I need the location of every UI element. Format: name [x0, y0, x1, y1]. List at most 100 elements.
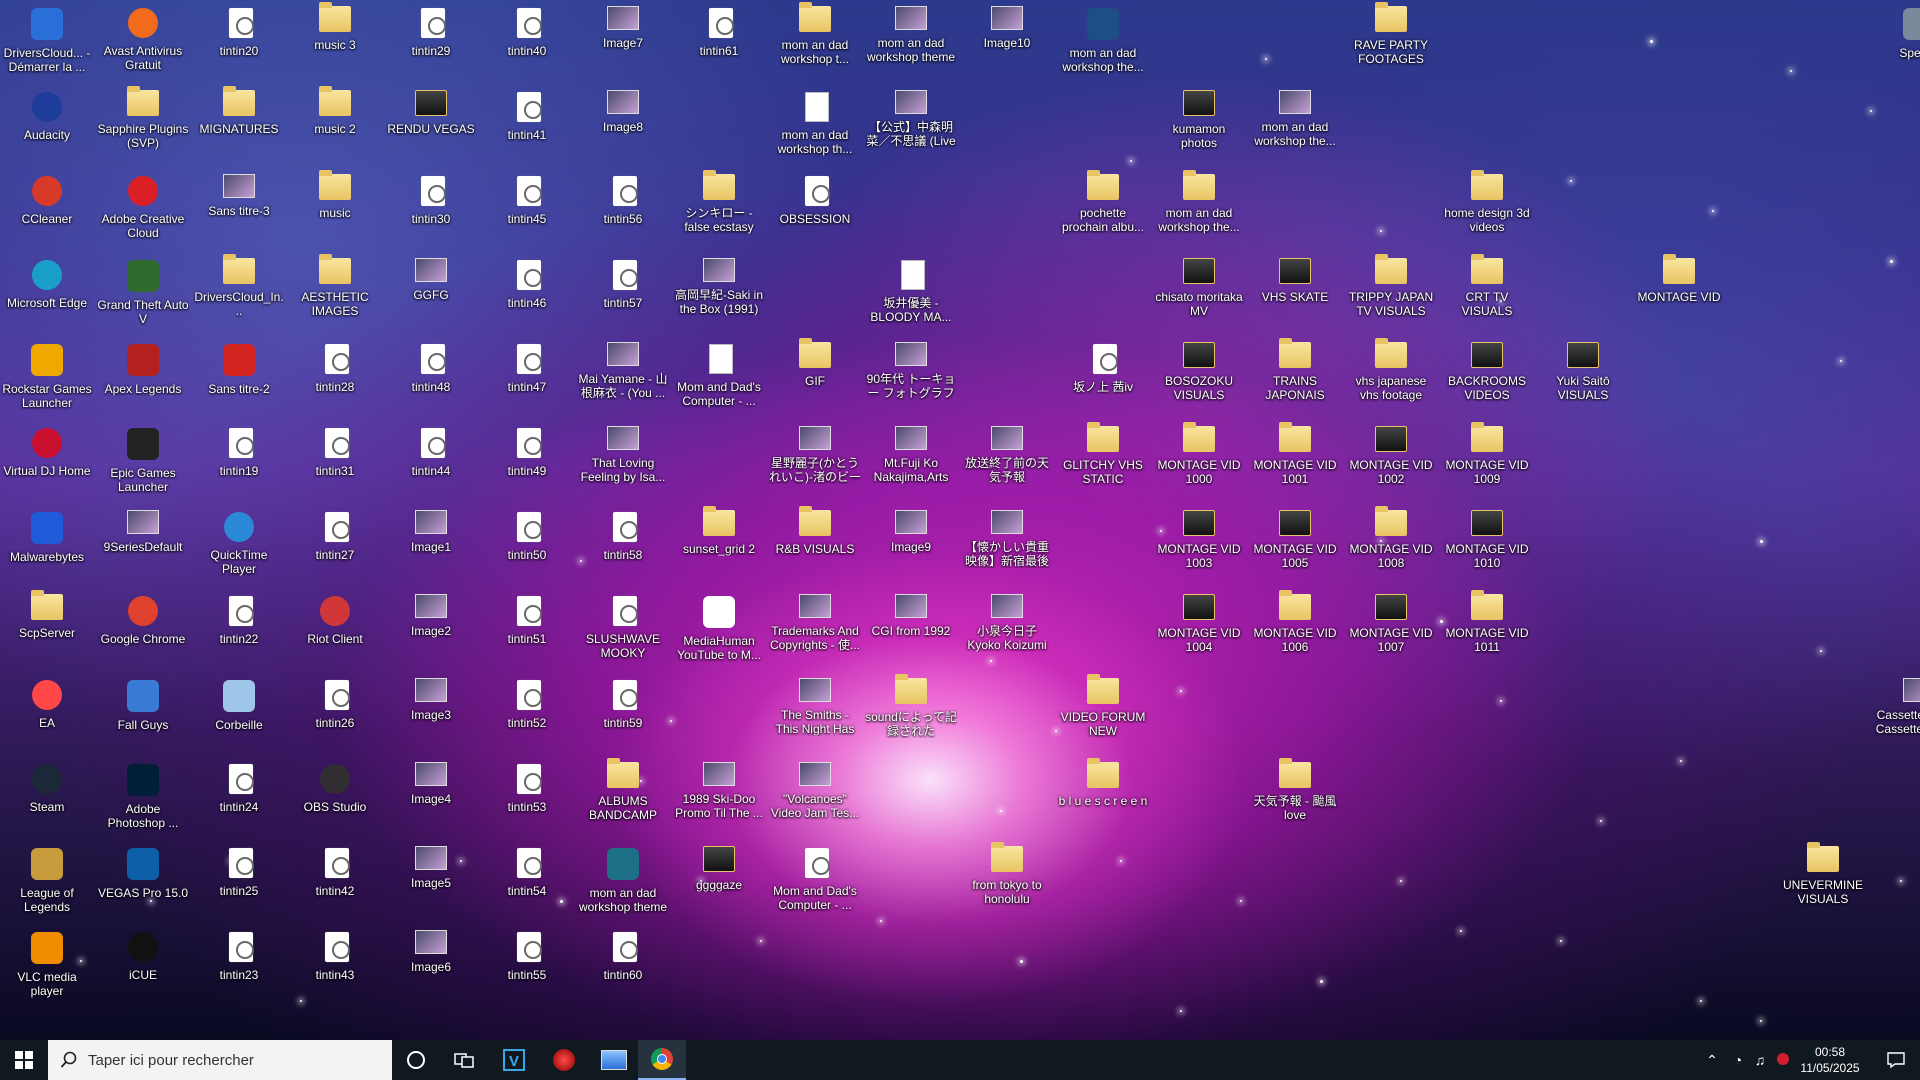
desktop-icon[interactable]: Yuki Saitō VISUALS [1538, 338, 1628, 416]
desktop-icon[interactable]: tintin27 [290, 506, 380, 584]
desktop-icon[interactable]: MONTAGE VID 1004 [1154, 590, 1244, 668]
desktop-icon[interactable]: Adobe Creative Cloud [98, 170, 188, 248]
show-hidden-icons-chevron-icon[interactable]: ⌃ [1702, 1050, 1722, 1070]
desktop-icon[interactable]: tintin60 [578, 926, 668, 1004]
desktop-icon[interactable]: tintin59 [578, 674, 668, 752]
desktop-icon[interactable]: VLC media player [2, 926, 92, 1004]
desktop-icon[interactable]: tintin19 [194, 422, 284, 500]
desktop-icon[interactable]: Mom and Dad's Computer - ... [770, 842, 860, 920]
desktop-icon[interactable]: sunset_grid 2 [674, 506, 764, 584]
desktop-icon[interactable]: Image4 [386, 758, 476, 836]
desktop-icon[interactable]: tintin56 [578, 170, 668, 248]
desktop-icon[interactable]: ggggaze [674, 842, 764, 920]
desktop-icon[interactable]: tintin47 [482, 338, 572, 416]
network-icon[interactable]: ◔ [1728, 1050, 1748, 1070]
desktop-icon[interactable]: Trademarks And Copyrights - 使... [770, 590, 860, 668]
desktop-icon[interactable]: MONTAGE VID 1001 [1250, 422, 1340, 500]
desktop-icon[interactable]: tintin48 [386, 338, 476, 416]
taskbar-vegas[interactable]: V [490, 1040, 538, 1080]
desktop-icon[interactable]: tintin29 [386, 2, 476, 80]
desktop-icon[interactable]: MONTAGE VID 1005 [1250, 506, 1340, 584]
desktop-icon[interactable]: GIF [770, 338, 860, 416]
desktop-icon[interactable]: Malwarebytes [2, 506, 92, 584]
desktop-icon[interactable]: Fall Guys [98, 674, 188, 752]
task-view-button[interactable] [440, 1040, 488, 1080]
desktop-icon[interactable]: tintin24 [194, 758, 284, 836]
desktop-icon[interactable]: mom an dad workshop theme [866, 2, 956, 80]
desktop-icon[interactable]: 小泉今日子 Kyoko Koizumi ... [962, 590, 1052, 668]
desktop-icon[interactable]: Image3 [386, 674, 476, 752]
desktop-icon[interactable]: OBSESSION [770, 170, 860, 248]
desktop-icon[interactable]: R&B VISUALS [770, 506, 860, 584]
desktop-icon[interactable]: Rockstar Games Launcher [2, 338, 92, 416]
desktop-icon[interactable]: tintin61 [674, 2, 764, 80]
notification-center-button[interactable] [1872, 1040, 1920, 1080]
desktop-icon[interactable]: Image8 [578, 86, 668, 164]
desktop-icon[interactable]: MIGNATURES [194, 86, 284, 164]
desktop-icon[interactable]: Cassette Player Cassette Tape... [1874, 674, 1920, 752]
desktop-icon[interactable]: tintin49 [482, 422, 572, 500]
desktop-icon[interactable]: home design 3d videos [1442, 170, 1532, 248]
desktop-icon[interactable]: シンキロー - false ecstasy [674, 170, 764, 248]
desktop-icon[interactable]: tintin44 [386, 422, 476, 500]
desktop-icon[interactable]: MONTAGE VID [1634, 254, 1724, 332]
desktop-icon[interactable]: Riot Client [290, 590, 380, 668]
desktop-icon[interactable]: ScpServer [2, 590, 92, 668]
desktop-icon[interactable]: tintin42 [290, 842, 380, 920]
desktop-icon[interactable]: Grand Theft Auto V [97, 254, 189, 332]
desktop-icon[interactable]: chisato moritaka MV [1154, 254, 1244, 332]
desktop-icon[interactable]: tintin30 [386, 170, 476, 248]
desktop-icon[interactable]: Corbeille [194, 674, 284, 752]
desktop-icon[interactable]: VEGAS Pro 15.0 [98, 842, 188, 920]
desktop-icon[interactable]: 坂井優美 -BLOODY MA... [866, 254, 956, 332]
desktop-icon[interactable]: Audacity [2, 86, 92, 164]
desktop-icon[interactable]: Avast Antivirus Gratuit [98, 2, 188, 80]
desktop-icon[interactable]: Image2 [386, 590, 476, 668]
desktop-icon[interactable]: tintin50 [482, 506, 572, 584]
desktop-icon[interactable]: tintin43 [290, 926, 380, 1004]
desktop-icon[interactable]: TRIPPY JAPAN TV VISUALS [1346, 254, 1436, 332]
desktop-icon[interactable]: Adobe Photoshop ... [98, 758, 188, 836]
desktop-icon[interactable]: VHS SKATE [1250, 254, 1340, 332]
desktop-icon[interactable]: music 3 [290, 2, 380, 80]
desktop-icon[interactable]: vhs japanese vhs footage [1346, 338, 1436, 416]
desktop-icon[interactable]: mom an dad workshop the... [1250, 86, 1340, 164]
desktop-icon[interactable]: MediaHuman YouTube to M... [674, 590, 764, 668]
taskbar-search-box[interactable]: Taper ici pour rechercher [48, 1040, 392, 1080]
desktop-icon[interactable]: 1989 Ski-Doo Promo Til The ... [674, 758, 764, 836]
desktop-icon[interactable]: The Smiths - This Night Has Ope... [770, 674, 860, 752]
desktop-icon[interactable]: tintin51 [482, 590, 572, 668]
desktop-icon[interactable]: MONTAGE VID 1000 [1154, 422, 1244, 500]
desktop-icon[interactable]: music [290, 170, 380, 248]
start-button[interactable] [0, 1040, 48, 1080]
desktop-icon[interactable]: 9SeriesDefault [98, 506, 188, 584]
desktop-icon[interactable]: Image6 [386, 926, 476, 1004]
desktop-icon[interactable]: tintin20 [194, 2, 284, 80]
desktop-icon[interactable]: CGI from 1992 [866, 590, 956, 668]
desktop-icon[interactable]: Epic Games Launcher [98, 422, 188, 500]
desktop-icon[interactable]: 天気予報 - 颱風 love [1250, 758, 1340, 836]
desktop-icon[interactable]: BACKROOMS VIDEOS [1442, 338, 1532, 416]
desktop-icon[interactable]: Steam [2, 758, 92, 836]
desktop-icon[interactable]: Speccy [1874, 2, 1920, 80]
desktop-icon[interactable]: mom an dad workshop the... [1058, 2, 1148, 80]
desktop-icon[interactable]: TRAINS JAPONAIS [1250, 338, 1340, 416]
desktop-icon[interactable]: Virtual DJ Home [2, 422, 92, 500]
cortana-button[interactable] [392, 1040, 440, 1080]
desktop-icon[interactable]: Image9 [866, 506, 956, 584]
desktop-icon[interactable]: tintin25 [194, 842, 284, 920]
desktop-icon[interactable]: tintin41 [482, 86, 572, 164]
desktop-icon[interactable]: soundによって記録された [865, 674, 957, 752]
desktop-icon[interactable]: tintin31 [290, 422, 380, 500]
desktop-icon[interactable]: SLUSHWAVE MOOKY [578, 590, 668, 668]
desktop-icon[interactable]: QuickTime Player [194, 506, 284, 584]
desktop-icon[interactable]: Microsoft Edge [2, 254, 92, 332]
taskbar-clock[interactable]: 00:58 11/05/2025 [1785, 1040, 1875, 1080]
desktop-icon[interactable]: Apex Legends [98, 338, 188, 416]
desktop-icon[interactable]: DriversCloud_In... [194, 254, 284, 332]
desktop-icon[interactable]: Image7 [578, 2, 668, 80]
desktop-icon[interactable]: Google Chrome [98, 590, 188, 668]
desktop-icon[interactable]: 【懐かしい貴重映像】新宿最後の... [962, 506, 1052, 584]
desktop-icon[interactable]: MONTAGE VID 1007 [1346, 590, 1436, 668]
desktop-icon[interactable]: tintin22 [194, 590, 284, 668]
